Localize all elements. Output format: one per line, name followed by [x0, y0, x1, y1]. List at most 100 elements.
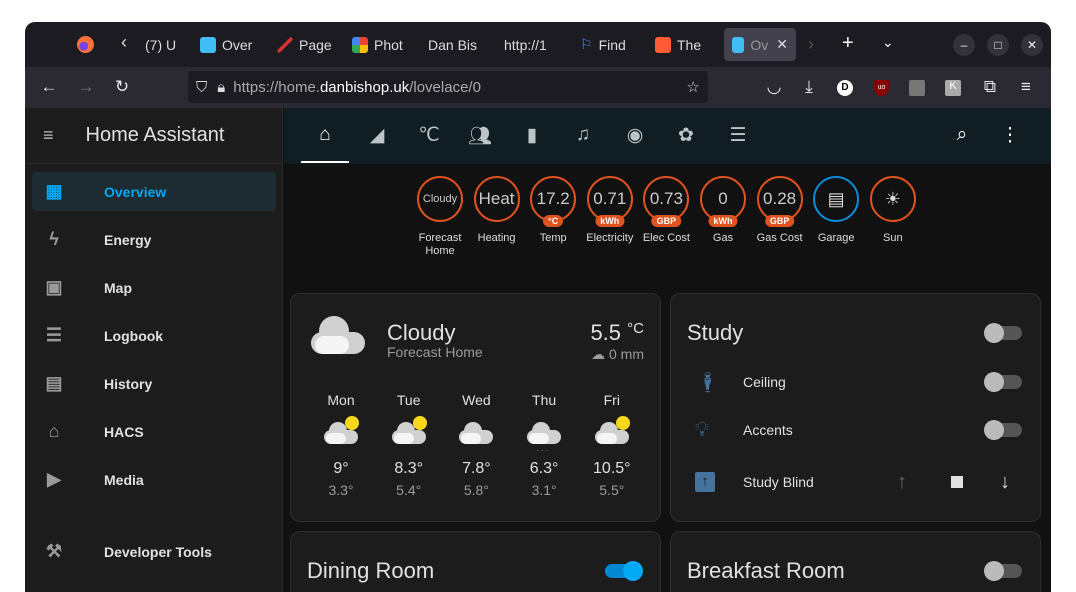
sidebar-item-developer-tools[interactable]: ⚒ Developer Tools	[32, 532, 276, 571]
tab[interactable]: Page	[277, 28, 332, 61]
sidebar-item-label: Logbook	[104, 327, 164, 344]
sidebar-item-label: Map	[104, 279, 132, 296]
forecast-high: 9°	[333, 460, 349, 477]
shield-icon[interactable]: ⛉	[196, 79, 207, 96]
new-tab-icon[interactable]: +	[842, 32, 854, 55]
entity-row-ceiling[interactable]: 🕴︎ Ceiling	[671, 367, 1040, 397]
tab[interactable]: Dan Bis	[428, 28, 484, 61]
cloudy-icon	[458, 416, 494, 446]
active-tab-indicator	[301, 161, 349, 163]
entity-row-study-blind[interactable]: ↑ Study Blind ↑ ↓	[671, 467, 1040, 497]
badge-unit: GBP	[651, 215, 682, 227]
badge-gas-cost[interactable]: 0.28 GBP Gas Cost	[752, 176, 808, 245]
view-tabs-bar: ⌂ ◢ ℃ 👥︎ ▮ ♫ ◉ ✿ ☰ ⌕ ⋮	[284, 108, 1051, 164]
sidebar-item-history[interactable]: ▤ History	[32, 364, 276, 403]
back-icon[interactable]: ←	[38, 77, 60, 97]
human-handsup-icon: 🕴︎	[695, 371, 721, 394]
breakfast-room-toggle[interactable]	[984, 561, 1022, 581]
badge-label: Electricity	[586, 232, 634, 244]
sidebar-item-hacs[interactable]: ⌂ HACS	[32, 412, 276, 451]
weather-condition: Cloudy	[387, 320, 456, 345]
badge-value: 17.2	[536, 189, 570, 208]
forward-icon[interactable]: →	[75, 77, 97, 97]
extension-k-icon[interactable]: K	[945, 80, 961, 96]
duckduckgo-extension-icon[interactable]: D	[837, 80, 853, 96]
forecast-day-name: Wed	[462, 392, 491, 408]
tab[interactable]: The	[655, 28, 711, 61]
view-tab-cctv-icon[interactable]: ◢	[362, 124, 392, 147]
menu-hamburger-icon[interactable]: ≡	[1015, 77, 1037, 97]
maximize-button[interactable]: □	[987, 34, 1009, 56]
badge-temp[interactable]: 17.2 °C Temp	[525, 176, 581, 245]
badge-unit: GBP	[764, 215, 795, 227]
badge-sun[interactable]: ☀ Sun	[865, 176, 921, 245]
sidebar-item-logbook[interactable]: ☰ Logbook	[32, 316, 276, 355]
lock-icon[interactable]: 🔒︎	[217, 79, 225, 96]
tab[interactable]: (7) U	[145, 28, 177, 61]
card-title: Dining Room	[307, 558, 435, 583]
hacs-icon: ⌂	[48, 421, 60, 441]
badge-value: 0.28	[763, 189, 797, 208]
sidebar-item-overview[interactable]: ▦ Overview	[32, 172, 276, 211]
view-tab-server-icon[interactable]: ☰	[723, 124, 753, 147]
study-toggle[interactable]	[984, 323, 1022, 343]
entity-label: Study Blind	[743, 474, 814, 490]
close-window-button[interactable]: ✕	[1021, 34, 1043, 56]
entity-row-accents[interactable]: 💡︎ Accents	[671, 415, 1040, 445]
url-bar[interactable]: ⛉ 🔒︎ https://home. danbishop.uk/lovelace/…	[188, 71, 708, 103]
stop-cover-icon[interactable]	[951, 476, 963, 488]
view-tab-robot-vacuum-icon[interactable]: ◉	[620, 124, 650, 147]
badge-electricity[interactable]: 0.71 kWh Electricity	[582, 176, 638, 245]
reload-icon[interactable]: ↻	[111, 77, 133, 97]
view-tab-flower-icon[interactable]: ✿	[671, 124, 701, 147]
badge-heating[interactable]: Heat Heating	[469, 176, 525, 245]
view-tab-battery-icon[interactable]: ▮	[517, 124, 547, 147]
badge-circle: ☀	[869, 176, 916, 222]
view-tab-people-icon[interactable]: 👥︎	[465, 124, 495, 148]
pocket-icon[interactable]: ◡	[763, 77, 785, 97]
sidebar-item-map[interactable]: ▣ Map	[32, 268, 276, 307]
dining-room-toggle[interactable]	[605, 561, 643, 581]
accents-toggle[interactable]	[984, 420, 1022, 440]
forecast-day-name: Mon	[327, 392, 355, 408]
tab-active[interactable]: Ov ✕	[724, 28, 796, 61]
extensions-puzzle-icon[interactable]: ⧉	[979, 77, 1001, 97]
bookmark-star-icon[interactable]: ☆	[687, 78, 700, 96]
url-prefix: https://home.	[233, 78, 320, 96]
search-icon[interactable]: ⌕	[947, 124, 977, 146]
close-cover-arrow-down-icon[interactable]: ↓	[1000, 471, 1010, 494]
minimize-button[interactable]: –	[953, 34, 975, 56]
weather-card[interactable]: Cloudy Forecast Home 5.5 °C ☁ 0 mm Mon 9…	[290, 293, 661, 522]
ublock-origin-icon[interactable]: uo	[874, 80, 889, 96]
badge-garage[interactable]: ▤ Garage	[808, 176, 864, 245]
tab[interactable]: Phot	[352, 28, 407, 61]
view-tab-home-icon[interactable]: ⌂	[310, 124, 340, 146]
badge-forecast-home[interactable]: Cloudy Forecast Home	[412, 176, 468, 258]
sidebar-item-media[interactable]: ▶ Media	[32, 460, 276, 499]
scroll-tabs-right-icon[interactable]: ›	[808, 34, 814, 55]
ceiling-toggle[interactable]	[984, 372, 1022, 392]
tab[interactable]: Over	[200, 28, 255, 61]
badge-elec-cost[interactable]: 0.73 GBP Elec Cost	[638, 176, 694, 245]
map-account-icon: ▣	[45, 277, 63, 297]
sidebar-item-energy[interactable]: ϟ Energy	[32, 220, 276, 259]
partly-cloudy-icon	[323, 416, 359, 446]
download-icon[interactable]: ⤓	[798, 77, 820, 97]
open-cover-arrow-up-icon[interactable]: ↑	[897, 471, 907, 494]
forecast-high: 8.3°	[394, 460, 423, 477]
scroll-tabs-left-icon[interactable]: ‹	[121, 32, 127, 53]
badge-gas[interactable]: 0 kWh Gas	[695, 176, 751, 245]
view-tab-thermometer-icon[interactable]: ℃	[414, 124, 444, 147]
close-tab-icon[interactable]: ✕	[776, 36, 788, 53]
tab-title: Over	[222, 36, 253, 53]
badge-label: Forecast Home	[418, 232, 462, 257]
bitwarden-icon[interactable]	[909, 80, 925, 96]
list-tabs-icon[interactable]: ⌄	[882, 34, 894, 51]
tab[interactable]: ⚐ Find	[580, 28, 635, 61]
more-options-icon[interactable]: ⋮	[995, 124, 1025, 147]
partly-cloudy-icon	[391, 416, 427, 446]
tab[interactable]: http://1	[504, 28, 560, 61]
view-tab-music-icon[interactable]: ♫	[568, 124, 598, 146]
forecast-day-name: Thu	[532, 392, 557, 408]
menu-collapse-icon[interactable]: ≡	[43, 125, 54, 146]
